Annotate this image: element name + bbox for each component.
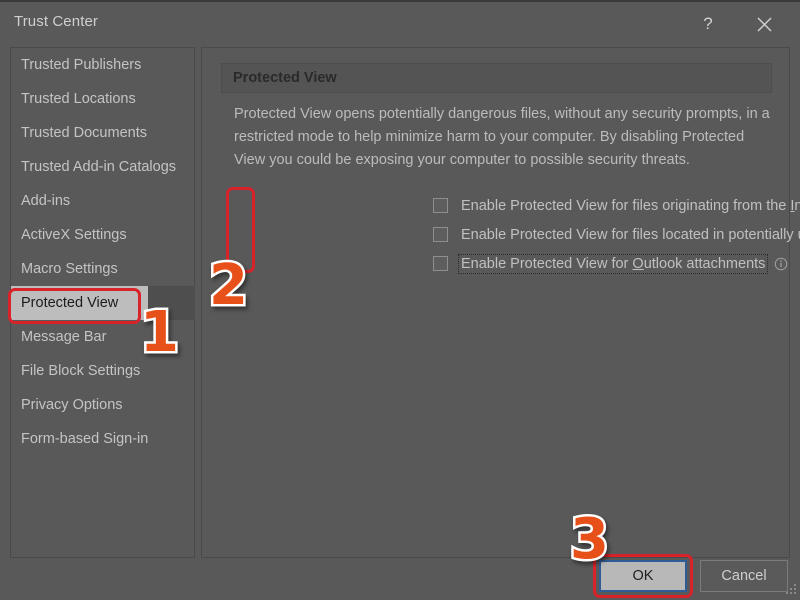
close-icon[interactable]: [742, 6, 786, 42]
sidebar-item-protected-view[interactable]: Protected View: [11, 286, 195, 320]
sidebar-item-label: Trusted Documents: [21, 125, 147, 141]
info-icon[interactable]: [774, 257, 788, 271]
sidebar-item-activex-settings[interactable]: ActiveX Settings: [11, 218, 194, 252]
option-label: Enable Protected View for files originat…: [461, 197, 800, 214]
sidebar-item-label: File Block Settings: [21, 363, 141, 379]
option-row[interactable]: Enable Protected View for files located …: [433, 220, 800, 249]
sidebar-item-label: Message Bar: [21, 329, 107, 345]
cancel-button[interactable]: Cancel: [700, 560, 788, 592]
sidebar-item-label: Form-based Sign-in: [21, 431, 149, 447]
option-label: Enable Protected View for Outlook attach…: [457, 253, 769, 274]
checkbox-internet-files[interactable]: [433, 198, 448, 213]
sidebar-item-add-ins[interactable]: Add-ins: [11, 184, 194, 218]
sidebar-item-trusted-add-in-catalogs[interactable]: Trusted Add-in Catalogs: [11, 150, 194, 184]
resize-grip-icon[interactable]: [784, 584, 797, 597]
option-row[interactable]: Enable Protected View for Outlook attach…: [433, 249, 800, 278]
sidebar-item-label: Add-ins: [21, 193, 71, 209]
trust-center-dialog: Trust Center ? Trusted Publishers Truste…: [0, 0, 800, 600]
section-title: Protected View: [221, 63, 772, 93]
sidebar-item-privacy-options[interactable]: Privacy Options: [11, 388, 194, 422]
sidebar-item-trusted-publishers[interactable]: Trusted Publishers: [11, 48, 194, 82]
sidebar-item-label: Trusted Publishers: [21, 57, 142, 73]
help-icon[interactable]: ?: [686, 6, 730, 42]
sidebar-item-trusted-documents[interactable]: Trusted Documents: [11, 116, 194, 150]
annotation-step-3: 3: [568, 507, 612, 572]
option-row[interactable]: Enable Protected View for files originat…: [433, 191, 800, 220]
sidebar-item-label: Protected View: [21, 295, 119, 311]
settings-panel: Protected View Protected View opens pote…: [201, 47, 800, 558]
sidebar-item-label: Privacy Options: [21, 397, 123, 413]
title-bar: Trust Center ?: [0, 0, 800, 44]
option-label: Enable Protected View for files located …: [461, 226, 800, 243]
sidebar-item-macro-settings[interactable]: Macro Settings: [11, 252, 194, 286]
annotation-step-2: 2: [207, 253, 251, 318]
protected-view-options: Enable Protected View for files originat…: [433, 191, 800, 278]
section-description: Protected View opens potentially dangero…: [234, 106, 770, 168]
sidebar-item-form-based-sign-in[interactable]: Form-based Sign-in: [11, 422, 194, 456]
sidebar-item-label: Trusted Add-in Catalogs: [21, 159, 177, 175]
sidebar-item-label: Macro Settings: [21, 261, 118, 277]
window-title: Trust Center: [14, 13, 99, 30]
sidebar-item-label: ActiveX Settings: [21, 227, 127, 243]
checkbox-outlook-attachments[interactable]: [433, 256, 448, 271]
sidebar-item-label: Trusted Locations: [21, 91, 136, 107]
annotation-step-1: 1: [138, 300, 182, 365]
sidebar-item-trusted-locations[interactable]: Trusted Locations: [11, 82, 194, 116]
checkbox-unsafe-locations[interactable]: [433, 227, 448, 242]
ok-button[interactable]: OK: [599, 560, 687, 592]
